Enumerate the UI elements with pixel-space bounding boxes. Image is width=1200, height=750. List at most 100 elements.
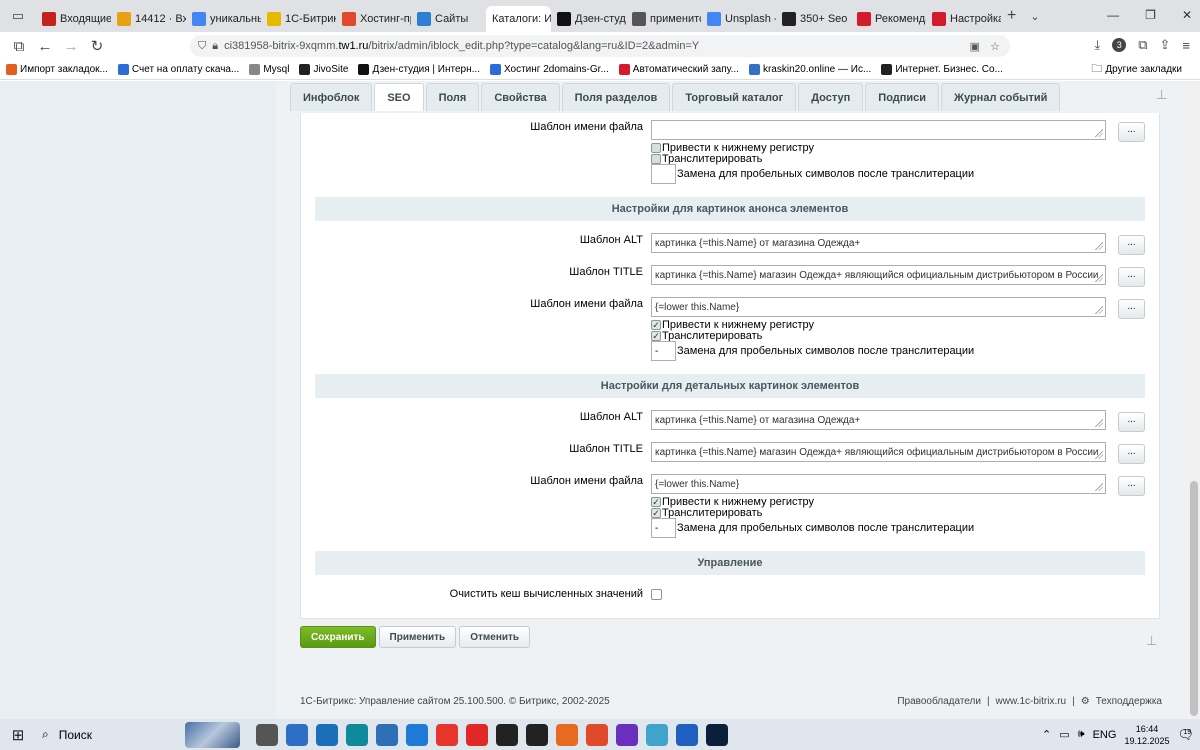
photoshop-icon[interactable] [706,723,728,746]
tray-chevron-icon[interactable]: ⌃ [1042,728,1051,741]
back-icon[interactable]: ← [32,38,58,55]
other-bookmarks[interactable]: 🗀︎ Другие закладки [1091,60,1182,79]
close-window-icon[interactable]: ✕ [1182,8,1192,22]
save-button[interactable]: Сохранить [300,626,376,648]
notifications-icon[interactable]: 🗨︎ 19 [1177,727,1194,743]
detail-title-input[interactable]: картинка {=this.Name} магазин Одежда+ яв… [651,442,1106,462]
detail-translit-checkbox[interactable]: ✓ Транслитерировать [651,507,762,519]
browser-tab[interactable]: Рекоменда [851,6,926,32]
preview-lowercase-checkbox[interactable]: ✓ Привести к нижнему регистру [651,319,814,331]
rights-link[interactable]: Правообладатели [897,696,981,707]
scrollbar-thumb[interactable] [1190,481,1198,716]
resize-grip-icon[interactable] [1095,274,1103,282]
browser-tab[interactable]: 350+ Seo P [776,6,851,32]
checkbox-icon[interactable] [651,153,661,164]
firefox-icon[interactable] [556,723,578,746]
cancel-button[interactable]: Отменить [459,626,531,648]
detail-replace-input[interactable]: - [651,518,676,538]
notes-icon[interactable] [646,723,668,746]
resize-grip-icon[interactable] [1095,306,1103,314]
figma-icon[interactable] [496,723,518,746]
browser-tab[interactable]: Входящие ( [36,6,111,32]
editor-tab[interactable]: Журнал событий [941,83,1061,111]
url-input[interactable]: ⛉ 🔒︎ ci381958-bitrix-9xqmm. tw1.ru/bitrix… [190,35,1010,57]
network-icon[interactable]: ▭ [1059,728,1069,741]
share-icon[interactable]: ⇪ [1160,37,1171,53]
resize-grip-icon[interactable] [1095,451,1103,459]
browser-tab[interactable]: 1С-Битрикс [261,6,336,32]
editor-tab[interactable]: SEO [374,83,424,111]
top-filename-dots-button[interactable]: ... [1118,122,1145,142]
restore-icon[interactable]: ❐ [1145,8,1156,22]
bookmark-item[interactable]: Интернет. Бизнес. Со... [881,64,1003,75]
detail-alt-dots-button[interactable]: ... [1118,412,1145,432]
resize-grip-icon[interactable] [1095,242,1103,250]
detail-alt-input[interactable]: картинка {=this.Name} от магазина Одежда… [651,410,1106,430]
detail-filename-input[interactable]: {=lower this.Name} [651,474,1106,494]
preview-title-input[interactable]: картинка {=this.Name} магазин Одежда+ яв… [651,265,1106,285]
yandex-browser-icon[interactable] [466,723,488,746]
editor-tab[interactable]: Поля [425,83,480,111]
volume-icon[interactable]: 🕪︎ [1078,728,1085,741]
clock[interactable]: 16:44 19.12.2025 [1124,723,1169,747]
bookmark-item[interactable]: Mysql [249,64,289,75]
preview-alt-dots-button[interactable]: ... [1118,235,1145,255]
bookmark-item[interactable]: kraskin20.online — Ис... [748,64,871,75]
resize-grip-icon[interactable] [1095,129,1103,137]
browser-tab[interactable]: Настройка [926,6,1001,32]
tab-search-icon[interactable]: ⌄ [1030,10,1039,23]
preview-replace-input[interactable]: - [651,341,676,361]
resize-grip-icon[interactable] [1095,483,1103,491]
preview-translit-checkbox[interactable]: ✓ Транслитерировать [651,330,762,342]
taskbar-widget-image[interactable] [185,721,240,748]
word-icon[interactable] [676,723,698,746]
vpn-icon[interactable] [616,723,638,746]
sidebar-icon[interactable]: ⧉ [6,38,32,55]
browser-tab[interactable]: 14412 · Вхо [111,6,186,32]
bookmark-item[interactable]: Дзен-студия | Интерн... [358,64,480,75]
windows-start-icon[interactable]: ⊞ [0,726,36,744]
preview-filename-dots-button[interactable]: ... [1118,299,1145,319]
browser-tab[interactable]: уникальны [186,6,261,32]
editor-tab[interactable]: Торговый каталог [672,83,797,111]
top-translit-checkbox[interactable]: Транслитерировать [651,153,762,165]
info-app-icon[interactable] [526,723,548,746]
bookmark-item[interactable]: JivoSite [299,64,348,75]
bookmark-item[interactable]: Счет на оплату скача... [117,64,239,75]
yandex-icon[interactable] [436,723,458,746]
checkbox-checked-icon[interactable]: ✓ [651,319,661,330]
forward-icon[interactable]: → [58,38,84,55]
browser-tab[interactable]: Хостинг-пр [336,6,411,32]
preview-alt-input[interactable]: картинка {=this.Name} от магазина Одежда… [651,233,1106,253]
detail-lowercase-checkbox[interactable]: ✓ Привести к нижнему регистру [651,496,814,508]
checkbox-checked-icon[interactable]: ✓ [651,507,661,518]
detail-filename-dots-button[interactable]: ... [1118,476,1145,496]
profile-badge[interactable]: 3 [1112,38,1127,52]
apply-button[interactable]: Применить [378,626,457,648]
explorer-icon[interactable] [286,723,308,746]
preview-filename-input[interactable]: {=lower this.Name} [651,297,1106,317]
reload-icon[interactable]: ↻ [84,37,110,55]
editor-tab[interactable]: Подписи [865,83,940,111]
checkbox-icon[interactable] [651,142,661,153]
top-filename-input[interactable] [651,120,1106,140]
taskbar-search[interactable]: ⌕ Поиск [36,719,181,750]
top-lowercase-checkbox[interactable]: Привести к нижнему регистру [651,142,814,154]
lang-indicator[interactable]: ENG [1093,729,1117,741]
clear-cache-checkbox[interactable] [651,589,663,600]
browser-tab[interactable]: Сайты [411,6,486,32]
mail-app-icon[interactable] [406,723,428,746]
browser-tab[interactable]: применитс [626,6,701,32]
checkbox-icon[interactable] [651,589,662,600]
tab-actions-icon[interactable]: ▭ [0,8,36,24]
support-link[interactable]: Техподдержка [1096,696,1162,707]
browser-tab[interactable]: Дзен-студи [551,6,626,32]
bookmark-item[interactable]: Хостинг 2domains-Gr... [489,64,609,75]
files-icon[interactable] [316,723,338,746]
editor-tab[interactable]: Доступ [798,83,864,111]
pin-bottom-icon[interactable]: ⊥ [1146,633,1157,649]
top-replace-input[interactable] [651,164,676,184]
page-scrollbar[interactable] [1188,81,1200,719]
editor-tab[interactable]: Поля разделов [561,83,671,111]
checkbox-checked-icon[interactable]: ✓ [651,330,661,341]
